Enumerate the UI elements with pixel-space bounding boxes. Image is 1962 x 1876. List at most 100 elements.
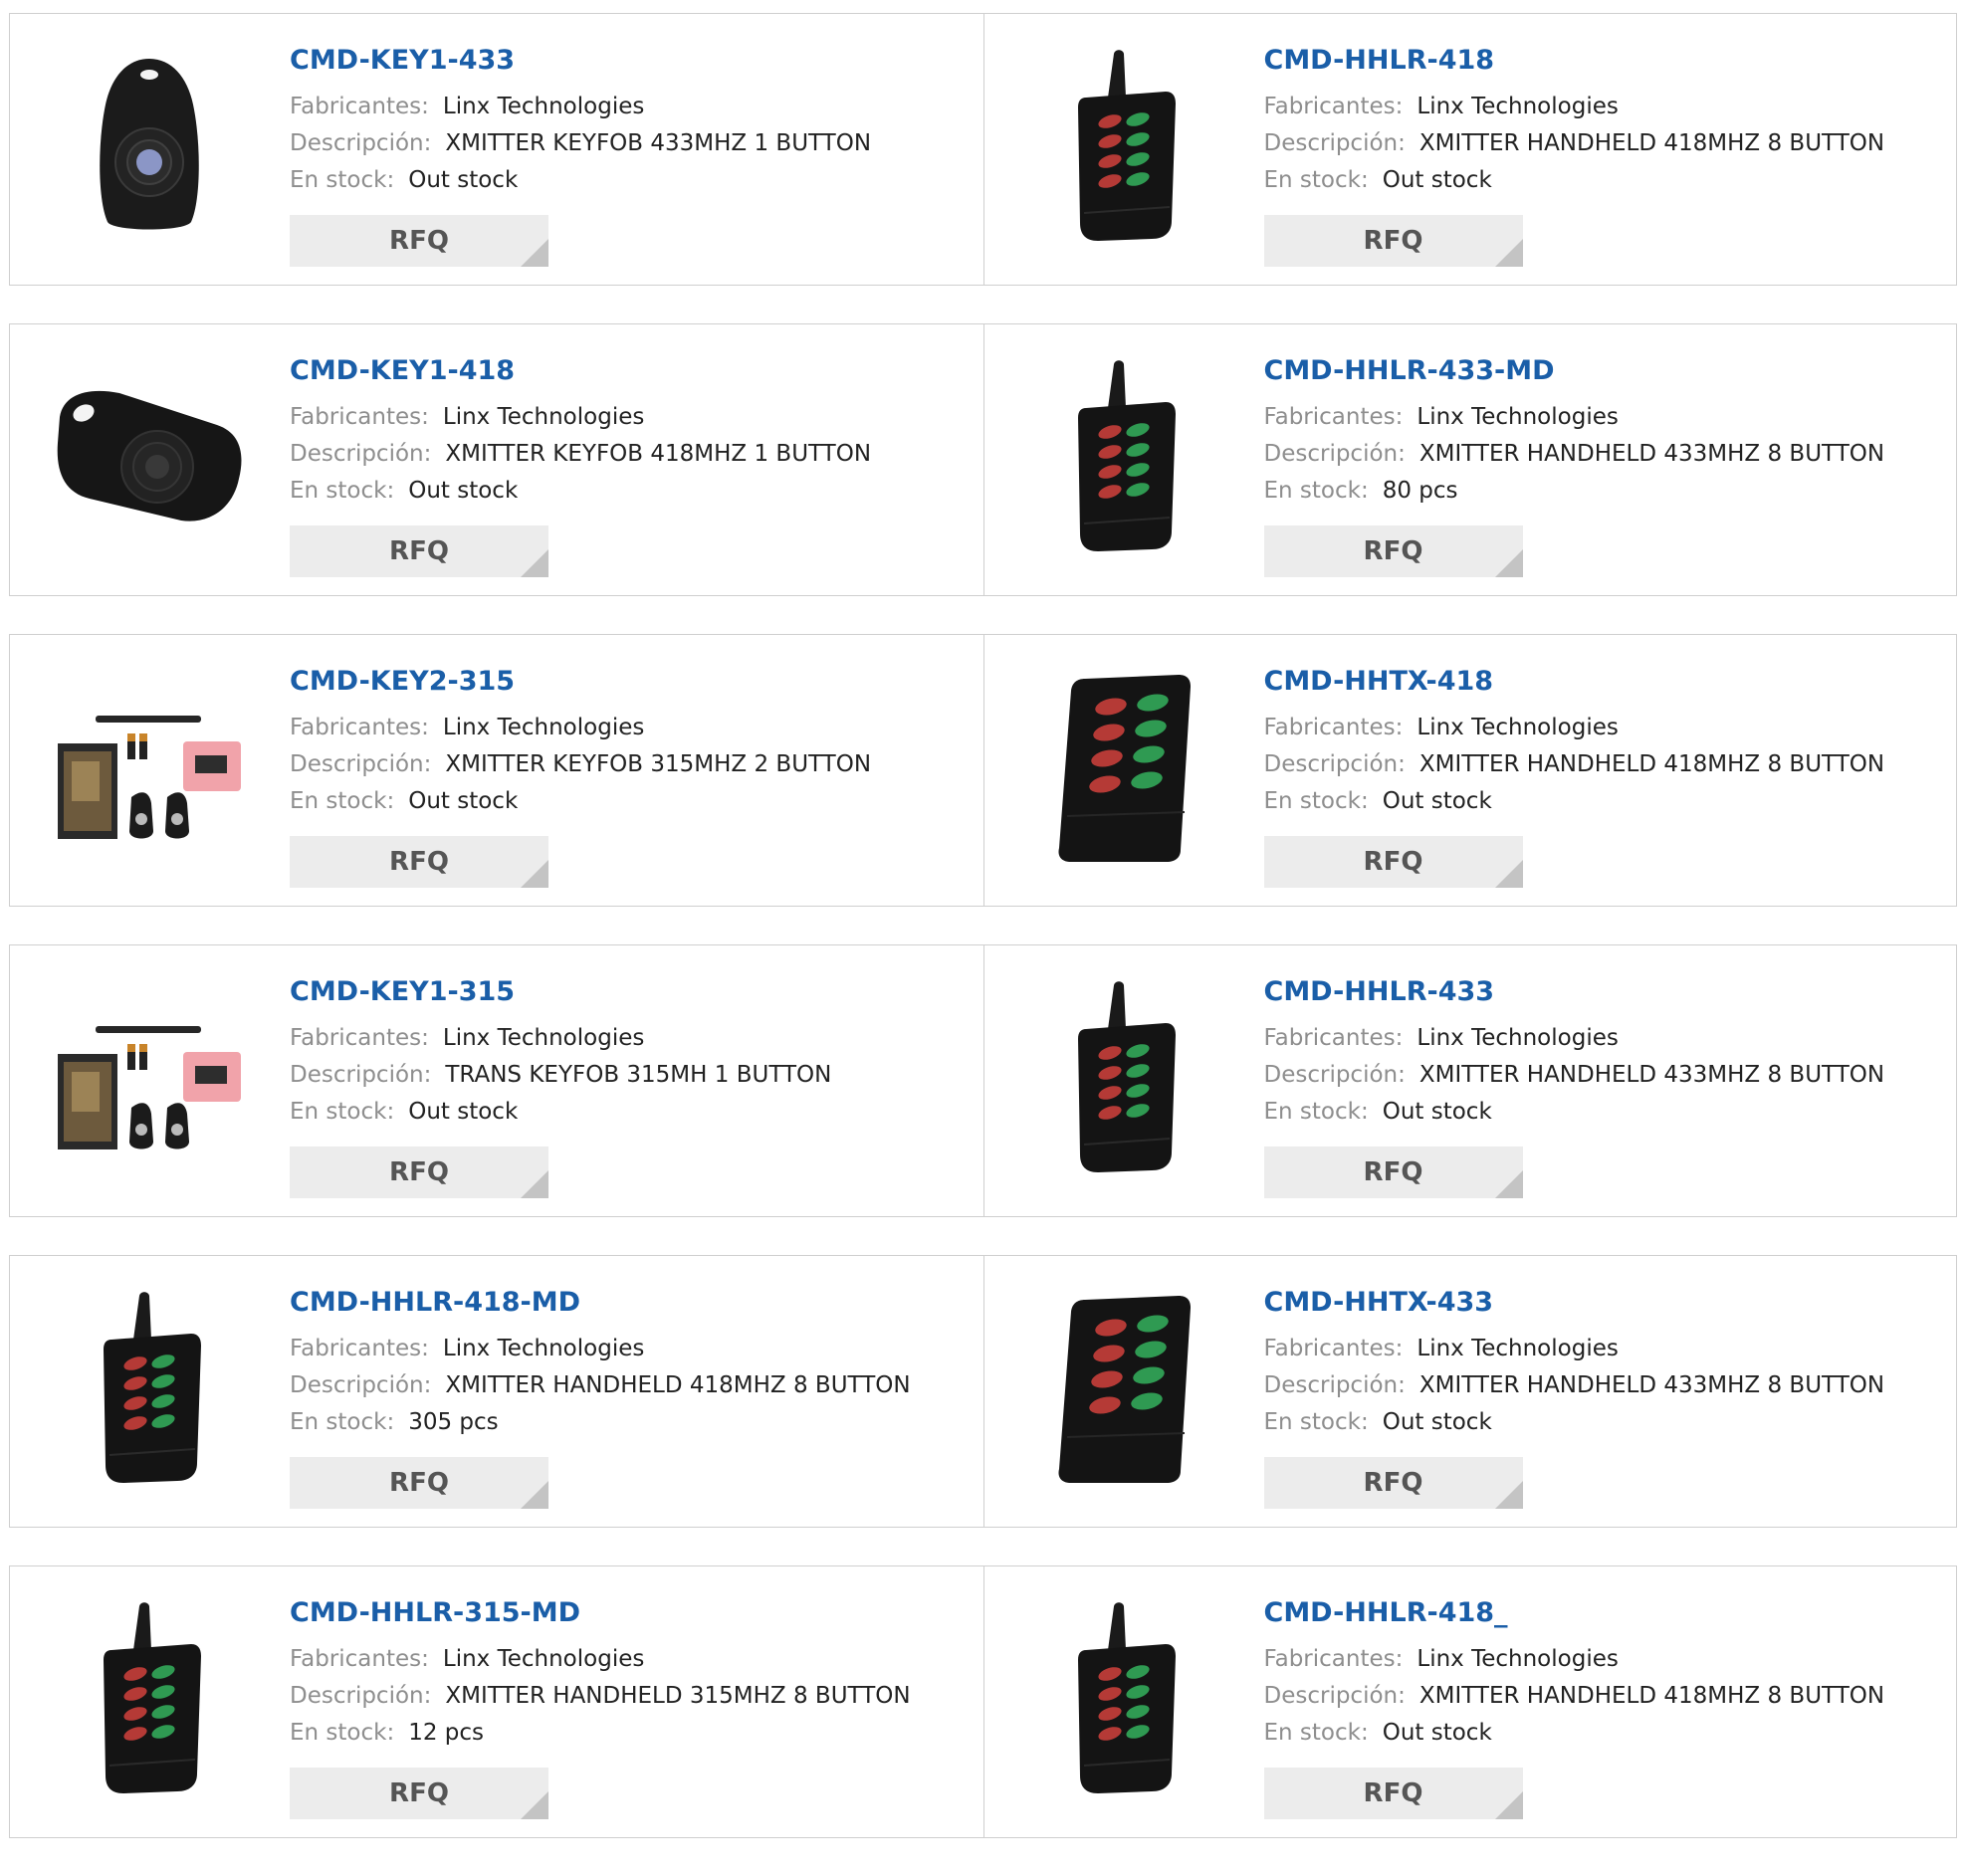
stock-value: Out stock: [1382, 1409, 1492, 1435]
manufacturer-line: Fabricantes: Linx Technologies: [290, 89, 974, 125]
stock-value: 305 pcs: [408, 1409, 499, 1435]
stock-label: En stock:: [1263, 1409, 1369, 1435]
description-value: XMITTER HANDHELD 418MHZ 8 BUTTON: [1418, 130, 1885, 156]
product-image[interactable]: [1024, 1288, 1223, 1487]
product-info: CMD-HHTX-433 Fabricantes: Linx Technologi…: [1264, 1286, 1947, 1441]
keyfob-kit-icon: [58, 1026, 241, 1149]
stock-value: 12 pcs: [408, 1720, 485, 1746]
product-image[interactable]: [1024, 1598, 1223, 1797]
description-label: Descripción:: [290, 441, 432, 467]
description-value: XMITTER HANDHELD 433MHZ 8 BUTTON: [1418, 1372, 1885, 1398]
product-image[interactable]: [50, 977, 249, 1176]
manufacturer-line: Fabricantes: Linx Technologies: [1264, 1641, 1947, 1678]
product-title-link[interactable]: CMD-HHTX-433: [1264, 1286, 1947, 1320]
manufacturer-line: Fabricantes: Linx Technologies: [1264, 399, 1947, 436]
product-card: CMD-HHLR-315-MD Fabricantes: Linx Technol…: [10, 1566, 983, 1837]
product-title-link[interactable]: CMD-HHLR-433-MD: [1264, 354, 1947, 388]
manufacturer-label: Fabricantes:: [290, 1025, 429, 1051]
description-value: XMITTER HANDHELD 433MHZ 8 BUTTON: [1418, 441, 1885, 467]
corner-triangle-icon: [1494, 1170, 1523, 1198]
product-image[interactable]: [1024, 667, 1223, 866]
rfq-label: RFQ: [1363, 1468, 1423, 1498]
manufacturer-line: Fabricantes: Linx Technologies: [290, 399, 974, 436]
stock-label: En stock:: [1263, 478, 1369, 504]
corner-triangle-icon: [1494, 860, 1523, 888]
description-line: Descripción: XMITTER HANDHELD 315MHZ 8 BU…: [290, 1678, 974, 1715]
manufacturer-value: Linx Technologies: [442, 1646, 645, 1672]
rfq-button[interactable]: RFQ: [1263, 1146, 1523, 1198]
manufacturer-line: Fabricantes: Linx Technologies: [290, 710, 974, 746]
description-line: Descripción: XMITTER HANDHELD 433MHZ 8 BU…: [1264, 436, 1947, 473]
rfq-label: RFQ: [389, 536, 449, 566]
description-label: Descripción:: [1263, 441, 1406, 467]
product-image[interactable]: [50, 356, 249, 555]
description-label: Descripción:: [290, 1683, 432, 1709]
product-image[interactable]: [1024, 977, 1223, 1176]
product-image[interactable]: [1024, 356, 1223, 555]
stock-value: Out stock: [1382, 167, 1492, 193]
manufacturer-label: Fabricantes:: [1263, 404, 1404, 430]
rfq-label: RFQ: [1363, 1778, 1423, 1808]
manufacturer-label: Fabricantes:: [1263, 1025, 1404, 1051]
manufacturer-value: Linx Technologies: [442, 94, 645, 119]
stock-line: En stock: Out stock: [290, 1094, 974, 1131]
product-title-link[interactable]: CMD-KEY1-315: [290, 975, 974, 1009]
corner-triangle-icon: [521, 860, 548, 888]
stock-label: En stock:: [1263, 1720, 1369, 1746]
handheld-box-remote-icon: [1058, 1296, 1191, 1483]
product-grid: CMD-KEY1-433 Fabricantes: Linx Technologi…: [9, 13, 1957, 1876]
rfq-button[interactable]: RFQ: [1263, 1768, 1523, 1819]
rfq-label: RFQ: [389, 1157, 449, 1187]
product-info: CMD-KEY1-315 Fabricantes: Linx Technologi…: [290, 975, 974, 1131]
rfq-button[interactable]: RFQ: [290, 1768, 548, 1819]
product-title-link[interactable]: CMD-HHLR-418: [1264, 44, 1947, 78]
description-label: Descripción:: [290, 1062, 432, 1088]
rfq-button[interactable]: RFQ: [1263, 215, 1523, 267]
product-image[interactable]: [50, 46, 249, 245]
description-value: XMITTER HANDHELD 418MHZ 8 BUTTON: [445, 1372, 911, 1398]
manufacturer-label: Fabricantes:: [1263, 94, 1404, 119]
handheld-antenna-remote-icon: [1077, 50, 1176, 241]
rfq-label: RFQ: [1363, 226, 1423, 256]
product-row: CMD-KEY1-315 Fabricantes: Linx Technologi…: [9, 944, 1957, 1217]
corner-triangle-icon: [521, 1791, 548, 1819]
product-title-link[interactable]: CMD-KEY1-433: [290, 44, 974, 78]
product-image[interactable]: [1024, 46, 1223, 245]
manufacturer-value: Linx Technologies: [1417, 715, 1619, 740]
corner-triangle-icon: [521, 549, 548, 577]
rfq-button[interactable]: RFQ: [290, 836, 548, 888]
rfq-button[interactable]: RFQ: [290, 1457, 548, 1509]
rfq-button[interactable]: RFQ: [290, 525, 548, 577]
product-info: CMD-HHLR-418_ Fabricantes: Linx Technolog…: [1264, 1596, 1947, 1752]
product-title-link[interactable]: CMD-HHTX-418: [1264, 665, 1947, 699]
product-title-link[interactable]: CMD-HHLR-315-MD: [290, 1596, 974, 1630]
rfq-button[interactable]: RFQ: [1263, 525, 1523, 577]
description-label: Descripción:: [290, 1372, 432, 1398]
handheld-antenna-remote-icon: [1077, 981, 1176, 1172]
product-title-link[interactable]: CMD-HHLR-433: [1264, 975, 1947, 1009]
stock-line: En stock: Out stock: [290, 162, 974, 199]
stock-line: En stock: Out stock: [1264, 1715, 1947, 1752]
rfq-button[interactable]: RFQ: [1263, 836, 1523, 888]
manufacturer-label: Fabricantes:: [290, 404, 429, 430]
rfq-button[interactable]: RFQ: [290, 1146, 548, 1198]
manufacturer-label: Fabricantes:: [1263, 1336, 1404, 1361]
product-card: CMD-HHTX-418 Fabricantes: Linx Technologi…: [982, 635, 1957, 906]
rfq-button[interactable]: RFQ: [1263, 1457, 1523, 1509]
product-card: CMD-HHLR-418_ Fabricantes: Linx Technolog…: [982, 1566, 1957, 1837]
description-label: Descripción:: [1263, 130, 1406, 156]
product-image[interactable]: [50, 1598, 249, 1797]
product-title-link[interactable]: CMD-KEY1-418: [290, 354, 974, 388]
product-title-link[interactable]: CMD-HHLR-418_: [1264, 1596, 1947, 1630]
rfq-button[interactable]: RFQ: [290, 215, 548, 267]
handheld-antenna-remote-icon: [1077, 360, 1176, 551]
product-title-link[interactable]: CMD-KEY2-315: [290, 665, 974, 699]
product-info: CMD-HHTX-418 Fabricantes: Linx Technologi…: [1264, 665, 1947, 820]
product-row: CMD-KEY2-315 Fabricantes: Linx Technologi…: [9, 634, 1957, 907]
product-title-link[interactable]: CMD-HHLR-418-MD: [290, 1286, 974, 1320]
description-line: Descripción: XMITTER KEYFOB 433MHZ 1 BUTT…: [290, 125, 974, 162]
product-image[interactable]: [50, 1288, 249, 1487]
stock-value: Out stock: [408, 167, 519, 193]
product-image[interactable]: [50, 667, 249, 866]
handheld-antenna-remote-icon: [1077, 1602, 1176, 1793]
